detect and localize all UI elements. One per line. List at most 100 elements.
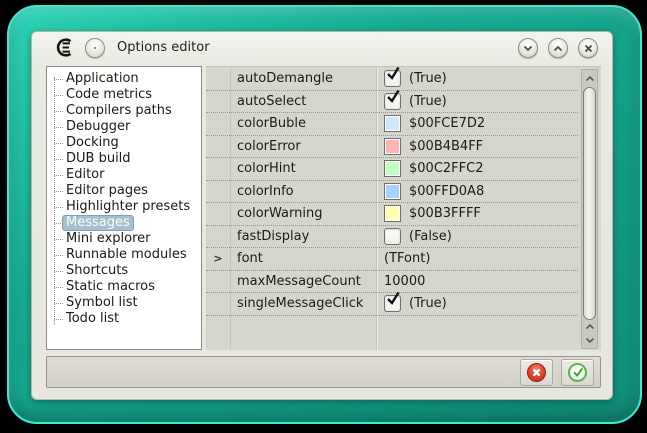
property-value[interactable]: $00FCE7D2	[376, 115, 578, 132]
checkbox[interactable]	[384, 70, 401, 87]
value-text: 10000	[384, 274, 425, 289]
row-font-selected[interactable]: > font (TFont)	[206, 248, 578, 271]
property-name[interactable]: colorHint	[230, 161, 376, 176]
property-grid[interactable]: autoDemangle (True) autoSelect	[206, 66, 601, 350]
property-name[interactable]: colorWarning	[230, 206, 376, 221]
value-text: $00FCE7D2	[409, 116, 485, 131]
row-autoSelect[interactable]: autoSelect (True)	[206, 91, 578, 114]
row-colorError[interactable]: colorError $00B4B4FF	[206, 136, 578, 159]
chevron-down-icon	[585, 337, 595, 344]
property-value[interactable]: $00FFD0A8	[376, 183, 578, 200]
swatch-fill	[386, 207, 399, 220]
sidebar-item-mini-explorer[interactable]: Mini explorer	[47, 231, 201, 247]
swatch-fill	[386, 185, 399, 198]
sidebar-item-static-macros[interactable]: Static macros	[47, 279, 201, 295]
unshade-button[interactable]	[548, 38, 568, 58]
check-icon	[386, 66, 400, 80]
property-rows: autoDemangle (True) autoSelect	[206, 68, 578, 316]
color-swatch[interactable]	[384, 138, 401, 155]
property-value[interactable]: $00B3FFFF	[376, 205, 578, 222]
sidebar-item-docking[interactable]: Docking	[47, 135, 201, 151]
accept-check-icon	[568, 363, 587, 382]
swatch-fill	[386, 117, 399, 130]
cancel-button[interactable]	[520, 359, 553, 386]
row-colorInfo[interactable]: colorInfo $00FFD0A8	[206, 181, 578, 204]
chevron-down-icon	[523, 45, 533, 52]
property-name[interactable]: colorInfo	[230, 184, 376, 199]
property-value[interactable]: 10000	[376, 274, 578, 289]
sidebar-item-shortcuts[interactable]: Shortcuts	[47, 263, 201, 279]
property-name[interactable]: singleMessageClick	[230, 296, 376, 311]
sidebar-item-compilers-paths[interactable]: Compilers paths	[47, 103, 201, 119]
property-name[interactable]: colorBuble	[230, 116, 376, 131]
sidebar-item-debugger[interactable]: Debugger	[47, 119, 201, 135]
chevron-up-icon	[553, 45, 563, 52]
color-swatch[interactable]	[384, 115, 401, 132]
checkbox[interactable]	[384, 228, 401, 245]
window-title: Options editor	[117, 40, 210, 55]
property-name[interactable]: fastDisplay	[230, 229, 376, 244]
close-icon	[584, 44, 593, 53]
property-value[interactable]: (False)	[376, 228, 578, 245]
value-text: $00FFD0A8	[409, 184, 484, 199]
row-maxMessageCount[interactable]: maxMessageCount 10000	[206, 271, 578, 294]
value-text: (True)	[409, 71, 447, 86]
value-text: (True)	[409, 94, 447, 109]
value-text: (TFont)	[384, 251, 430, 266]
sidebar-item-todo-list[interactable]: Todo list	[47, 311, 201, 327]
sidebar-item-code-metrics[interactable]: Code metrics	[47, 87, 201, 103]
footer-toolbar	[46, 356, 601, 388]
property-value[interactable]: (True)	[376, 70, 578, 87]
scrollbar-thumb[interactable]	[583, 87, 596, 320]
sidebar-item-symbol-list[interactable]: Symbol list	[47, 295, 201, 311]
property-value[interactable]: (TFont)	[376, 251, 578, 266]
property-value[interactable]: $00C2FFC2	[376, 160, 578, 177]
check-icon	[386, 89, 400, 103]
swatch-fill	[386, 162, 399, 175]
row-colorBuble[interactable]: colorBuble $00FCE7D2	[206, 113, 578, 136]
row-colorHint[interactable]: colorHint $00C2FFC2	[206, 158, 578, 181]
property-value[interactable]: (True)	[376, 295, 578, 312]
dot-icon	[94, 47, 96, 49]
sidebar-item-editor[interactable]: Editor	[47, 167, 201, 183]
color-swatch[interactable]	[384, 160, 401, 177]
row-singleMessageClick[interactable]: singleMessageClick (True)	[206, 293, 578, 316]
scroll-up-button[interactable]	[582, 71, 597, 85]
titlebar[interactable]: Options editor	[32, 32, 612, 63]
sidebar-item-editor-pages[interactable]: Editor pages	[47, 183, 201, 199]
checkbox[interactable]	[384, 295, 401, 312]
sticky-dot-button[interactable]	[85, 38, 105, 58]
screenshot-root: Options editor Application	[0, 0, 647, 433]
sidebar-item-application[interactable]: Application	[47, 71, 201, 87]
property-value[interactable]: (True)	[376, 93, 578, 110]
category-list[interactable]: Application Code metrics Compilers paths…	[46, 66, 202, 350]
scroll-up-button-bottom[interactable]	[582, 319, 597, 333]
property-name[interactable]: autoSelect	[230, 94, 376, 109]
row-colorWarning[interactable]: colorWarning $00B3FFFF	[206, 203, 578, 226]
coedit-logo-icon	[54, 38, 76, 57]
sidebar-item-messages-selected[interactable]: Messages	[47, 215, 201, 231]
scroll-down-button[interactable]	[582, 333, 597, 347]
accept-button[interactable]	[561, 359, 594, 386]
sidebar-item-runnable-modules[interactable]: Runnable modules	[47, 247, 201, 263]
sidebar-item-highlighter-presets[interactable]: Highlighter presets	[47, 199, 201, 215]
swatch-fill	[386, 140, 399, 153]
close-button[interactable]	[578, 38, 598, 58]
property-name[interactable]: autoDemangle	[230, 71, 376, 86]
row-fastDisplay[interactable]: fastDisplay (False)	[206, 226, 578, 249]
check-icon	[386, 291, 400, 305]
color-swatch[interactable]	[384, 205, 401, 222]
checkbox[interactable]	[384, 93, 401, 110]
color-swatch[interactable]	[384, 183, 401, 200]
shade-button[interactable]	[518, 38, 538, 58]
value-text: $00B4B4FF	[409, 139, 483, 154]
vertical-scrollbar[interactable]	[581, 69, 598, 349]
property-name[interactable]: font	[230, 251, 376, 266]
sidebar-item-dub-build[interactable]: DUB build	[47, 151, 201, 167]
row-autoDemangle[interactable]: autoDemangle (True)	[206, 68, 578, 91]
property-name[interactable]: maxMessageCount	[230, 274, 376, 289]
property-value[interactable]: $00B4B4FF	[376, 138, 578, 155]
value-text: (True)	[409, 296, 447, 311]
property-name[interactable]: colorError	[230, 139, 376, 154]
row-gutter-marker: >	[206, 252, 230, 265]
